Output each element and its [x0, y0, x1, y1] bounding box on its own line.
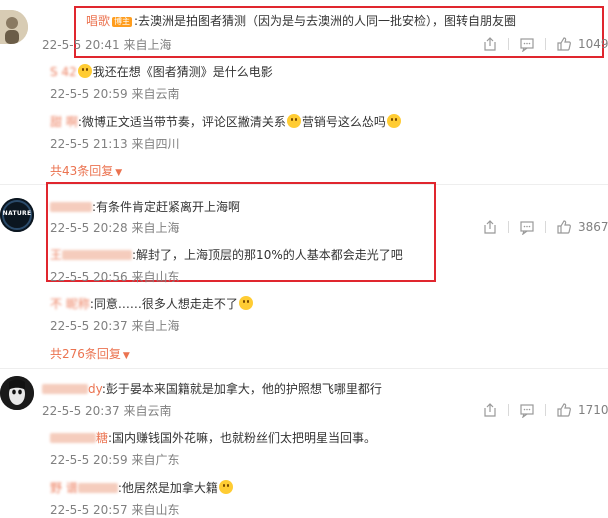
- timestamp: 22-5-5 20:56: [50, 270, 128, 284]
- location: 来自云南: [123, 404, 172, 418]
- author-badge: 博主: [112, 17, 133, 27]
- divider: [508, 404, 509, 416]
- username[interactable]: 野 谱: [50, 481, 78, 495]
- username-redacted: [42, 384, 88, 394]
- divider: [545, 404, 546, 416]
- like-icon[interactable]: [556, 402, 572, 418]
- comment-body: :彭于晏本来国籍就是加拿大，他的护照想飞哪里都行: [101, 382, 382, 396]
- reply-body-tail: 营销号这么怂吗: [301, 115, 386, 129]
- reply-text: 野 谱 :他居然是加拿大籍: [50, 480, 234, 496]
- like-count: 1049: [578, 37, 608, 51]
- chevron-down-icon: ▼: [115, 168, 123, 178]
- emoji-icon: [286, 114, 301, 128]
- location: 来自四川: [131, 137, 180, 151]
- reply-meta: 22-5-5 20:59 来自广东: [50, 452, 179, 468]
- username[interactable]: 唱歌: [86, 14, 110, 28]
- timestamp: 22-5-5 20:59: [50, 453, 128, 467]
- reply-meta: 22-5-5 20:56 来自山东: [50, 269, 179, 285]
- timestamp: 22-5-5 21:13: [50, 137, 128, 151]
- reply-text: S 42 我还在想《图者猜测》是什么电影: [50, 64, 273, 80]
- comment-text: dy:彭于晏本来国籍就是加拿大，他的护照想飞哪里都行: [42, 381, 382, 397]
- location: 来自上海: [123, 38, 172, 52]
- location: 来自山东: [131, 270, 180, 284]
- timestamp: 22-5-5 20:37: [50, 319, 128, 333]
- comment-body: :去澳洲是拍图者猜测（因为是与去澳洲的人同一批安检），图转自朋友圈: [134, 14, 517, 28]
- divider: [0, 368, 608, 369]
- more-replies-link[interactable]: 共43条回复 ▼: [50, 163, 122, 181]
- timestamp: 22-5-5 20:28: [50, 221, 128, 235]
- reply-text: 王 :解封了，上海顶层的那10%的人基本都会走光了吧: [50, 247, 403, 263]
- divider: [508, 38, 509, 50]
- timestamp: 22-5-5 20:37: [42, 404, 120, 418]
- like-count: 1710: [578, 403, 608, 417]
- share-icon[interactable]: [482, 402, 498, 418]
- comment-meta: 22-5-5 20:41 来自上海: [42, 37, 171, 53]
- comment-meta: 22-5-5 20:37 来自云南: [42, 403, 171, 419]
- chevron-down-icon: ▼: [122, 351, 130, 361]
- username[interactable]: dy: [88, 382, 102, 396]
- comment-icon[interactable]: [519, 36, 535, 53]
- username[interactable]: [50, 202, 92, 212]
- like-icon[interactable]: [556, 219, 572, 235]
- reply-body: 我还在想《图者猜测》是什么电影: [92, 65, 273, 79]
- location: 来自云南: [131, 87, 180, 101]
- reply-body: :解封了，上海顶层的那10%的人基本都会走光了吧: [132, 248, 403, 262]
- reply-meta: 22-5-5 20:37 来自上海: [50, 318, 179, 334]
- emoji-icon: [386, 114, 401, 128]
- username[interactable]: 糖: [96, 431, 108, 445]
- reply-body: :同意……很多人想走走不了: [89, 297, 238, 311]
- location: 来自上海: [131, 319, 180, 333]
- reply-body: :微博正文适当带节奏，评论区撇清关系: [77, 115, 286, 129]
- reply-text: 不 昵称:同意……很多人想走走不了: [50, 296, 254, 312]
- avatar[interactable]: [0, 376, 34, 410]
- reply-meta: 22-5-5 20:59 来自云南: [50, 86, 179, 102]
- comment-body: :有条件肯定赶紧离开上海啊: [92, 200, 241, 214]
- timestamp: 22-5-5 20:57: [50, 503, 128, 517]
- username-redacted: [50, 433, 96, 443]
- emoji-icon: [77, 64, 92, 78]
- comment-actions: 3867: [482, 219, 608, 236]
- avatar-image: [0, 376, 34, 410]
- emoji-icon: [218, 480, 233, 494]
- comment-actions: 1710: [482, 402, 608, 419]
- share-icon[interactable]: [482, 219, 498, 235]
- comment-meta: 22-5-5 20:28 来自上海: [50, 220, 179, 236]
- avatar[interactable]: NATURE: [0, 198, 34, 232]
- emoji-icon: [238, 296, 253, 310]
- comment-text: :有条件肯定赶紧离开上海啊: [50, 199, 240, 215]
- comment-icon[interactable]: [519, 219, 535, 236]
- reply-body: :国内赚钱国外花嘛，也就粉丝们太把明星当回事。: [108, 431, 377, 445]
- timestamp: 22-5-5 20:59: [50, 87, 128, 101]
- more-replies-link[interactable]: 共276条回复 ▼: [50, 346, 130, 364]
- username[interactable]: 不 昵称: [50, 297, 90, 311]
- username-redacted: [77, 483, 118, 493]
- location: 来自上海: [131, 221, 180, 235]
- comment-actions: 1049: [482, 36, 608, 53]
- location: 来自山东: [131, 503, 180, 517]
- username[interactable]: 王: [50, 248, 62, 262]
- like-count: 3867: [578, 220, 608, 234]
- timestamp: 22-5-5 20:41: [42, 38, 120, 52]
- comment-icon[interactable]: [519, 402, 535, 419]
- location: 来自广东: [131, 453, 180, 467]
- divider: [508, 221, 509, 233]
- reply-meta: 22-5-5 20:57 来自山东: [50, 502, 179, 518]
- username-redacted: [62, 250, 133, 260]
- reply-meta: 22-5-5 21:13 来自四川: [50, 136, 179, 152]
- more-replies-label: 共43条回复: [50, 164, 114, 178]
- share-icon[interactable]: [482, 36, 498, 52]
- username[interactable]: S 42: [50, 65, 77, 79]
- reply-text: 糖:国内赚钱国外花嘛，也就粉丝们太把明星当回事。: [50, 430, 376, 446]
- reply-body: :他居然是加拿大籍: [117, 481, 218, 495]
- more-replies-label: 共276条回复: [50, 347, 121, 361]
- divider: [545, 221, 546, 233]
- avatar-label: NATURE: [2, 210, 32, 217]
- reply-text: 甜 啊:微博正文适当带节奏，评论区撇清关系 营销号这么怂吗: [50, 114, 402, 130]
- divider: [545, 38, 546, 50]
- username[interactable]: 甜 啊: [50, 115, 78, 129]
- comment-text: 唱歌 博主:去澳洲是拍图者猜测（因为是与去澳洲的人同一批安检），图转自朋友圈: [86, 13, 516, 29]
- avatar-image: [0, 10, 28, 44]
- like-icon[interactable]: [556, 36, 572, 52]
- avatar[interactable]: [0, 10, 28, 44]
